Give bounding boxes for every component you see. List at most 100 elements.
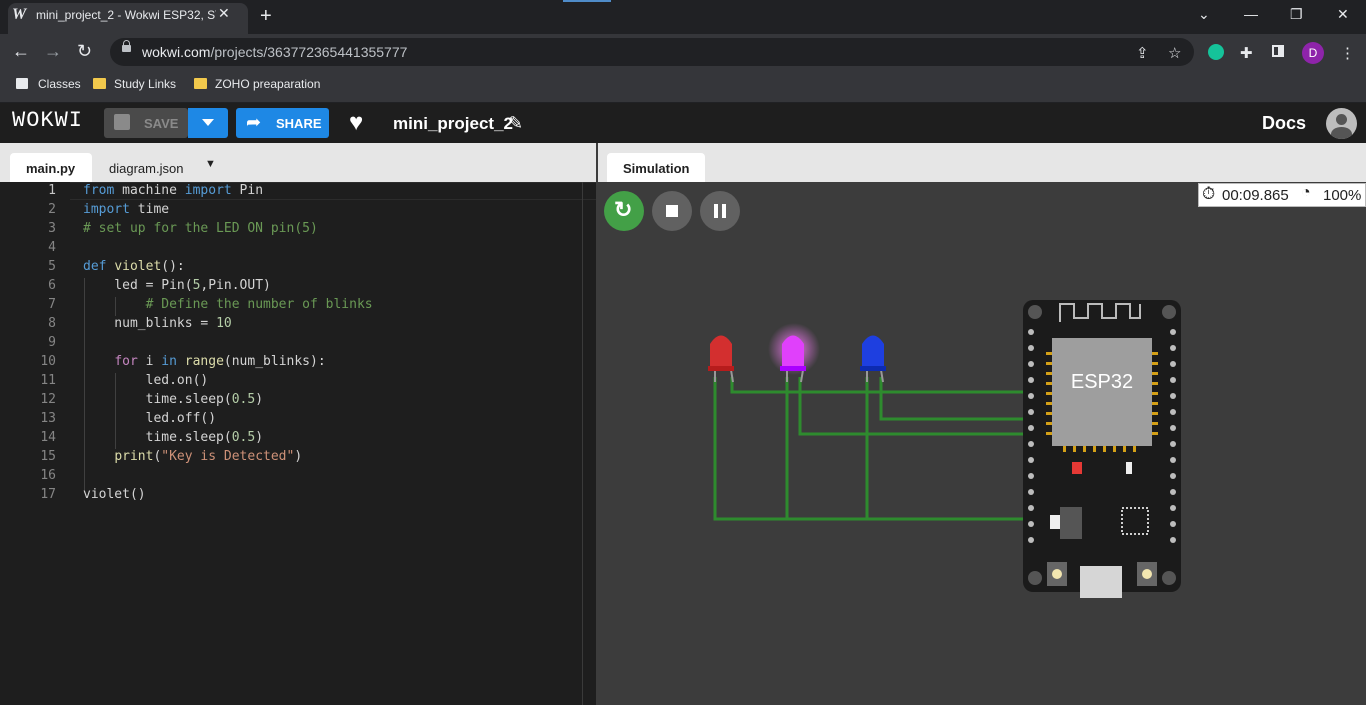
- url-text: wokwi.com/projects/363772365441355777: [142, 44, 407, 60]
- line-number: 3: [48, 221, 56, 236]
- line-number: 8: [48, 316, 56, 331]
- led-red-rim: [708, 366, 734, 371]
- heart-icon[interactable]: ♥: [349, 109, 363, 137]
- side-panel-icon[interactable]: [1272, 45, 1284, 57]
- led-violet-body: [782, 335, 804, 370]
- bookmark-zoho-preaparation[interactable]: ZOHO preaparation: [194, 77, 320, 91]
- code-line: violet(): [83, 487, 146, 502]
- tab-main-py-label: main.py: [26, 161, 76, 176]
- tab-close-icon[interactable]: ✕: [218, 5, 230, 22]
- wire-violet-led[interactable]: [798, 377, 1030, 436]
- profile-avatar[interactable]: D: [1302, 42, 1324, 64]
- mount-hole: [1162, 305, 1176, 319]
- lock-icon[interactable]: [122, 40, 131, 52]
- esp32-label: ESP32: [1071, 371, 1133, 393]
- esp32-board[interactable]: ESP32: [1023, 300, 1181, 598]
- grammarly-extension-icon[interactable]: [1208, 44, 1224, 60]
- led-blue-rim: [860, 366, 886, 371]
- user-avatar[interactable]: [1326, 108, 1357, 139]
- code-line: time.sleep(0.5): [83, 392, 264, 407]
- led-violet-rim: [780, 366, 806, 371]
- voltage-regulator: [1060, 507, 1082, 539]
- mount-hole: [1028, 305, 1042, 319]
- code-line: print("Key is Detected"): [114, 449, 303, 464]
- code-line: led = Pin(5,Pin.OUT): [83, 278, 271, 293]
- smd-component: [1126, 462, 1132, 474]
- wire-ground[interactable]: [713, 377, 1030, 521]
- circuit-diagram: ESP32: [708, 300, 1181, 598]
- docs-link[interactable]: Docs: [1262, 113, 1306, 134]
- bookmark-classes[interactable]: Classes: [16, 77, 81, 91]
- led-violet[interactable]: [768, 323, 820, 383]
- code-line: from machine import Pin: [83, 183, 264, 198]
- mount-hole: [1028, 571, 1042, 585]
- simulation-tab-bar: [598, 143, 1366, 182]
- avatar-body-icon: [1331, 127, 1352, 139]
- more-menu-icon[interactable]: ⋮: [1340, 44, 1355, 62]
- tab-menu-caret-icon[interactable]: ▼: [205, 158, 216, 170]
- url-path: /projects/363772365441355777: [210, 44, 408, 60]
- line-number: 2: [48, 202, 56, 217]
- led-red[interactable]: [708, 335, 734, 383]
- tab-search-chevron-icon[interactable]: ⌄: [1198, 6, 1210, 23]
- line-number: 17: [40, 487, 56, 502]
- reset-button-cap: [1142, 569, 1152, 579]
- code-line: # set up for the LED ON pin(5): [83, 221, 318, 236]
- back-arrow-icon[interactable]: ←: [12, 41, 30, 62]
- power-led: [1072, 462, 1082, 474]
- edit-pencil-icon[interactable]: ✎: [508, 113, 523, 134]
- share-button-label: SHARE: [276, 116, 322, 131]
- code-line: led.off(): [83, 411, 217, 426]
- line-number: 9: [48, 335, 56, 350]
- reload-icon[interactable]: ↻: [77, 41, 92, 62]
- tab-diagram-json[interactable]: diagram.json: [109, 161, 183, 176]
- save-button-label: SAVE: [144, 116, 179, 131]
- line-number: 14: [40, 430, 56, 445]
- code-line: def violet():: [83, 259, 185, 274]
- classroom-icon: [16, 78, 28, 89]
- line-number: 10: [40, 354, 56, 369]
- led-blue-body: [862, 335, 884, 370]
- line-number: 16: [40, 468, 56, 483]
- project-name[interactable]: mini_project_2: [393, 114, 513, 134]
- new-tab-icon[interactable]: +: [260, 5, 272, 28]
- code-line: for i in range(num_blinks):: [114, 354, 326, 369]
- minimize-icon[interactable]: —: [1244, 6, 1258, 22]
- share-page-icon[interactable]: ⇪: [1136, 44, 1149, 62]
- code-line: led.on(): [83, 373, 209, 388]
- code-line: time.sleep(0.5): [83, 430, 264, 445]
- line-number: 12: [40, 392, 56, 407]
- boot-button-cap: [1052, 569, 1062, 579]
- led-red-body: [710, 335, 732, 370]
- code-line: # Define the number of blinks: [145, 297, 373, 312]
- forward-arrow-icon[interactable]: →: [44, 41, 62, 62]
- caret-down-icon: [202, 119, 214, 126]
- led-blue[interactable]: [860, 335, 886, 383]
- folder-icon: [93, 78, 106, 89]
- line-number: 15: [40, 449, 56, 464]
- line-number: 4: [48, 240, 56, 255]
- editor-minimap-edge: [582, 182, 583, 705]
- mount-hole: [1162, 571, 1176, 585]
- window-close-icon[interactable]: ✕: [1337, 6, 1349, 23]
- share-arrow-icon: ➦: [246, 112, 262, 132]
- line-number: 5: [48, 259, 56, 274]
- micro-usb-port: [1080, 566, 1122, 598]
- bookmark-star-icon[interactable]: ☆: [1168, 44, 1181, 62]
- avatar-head-icon: [1336, 114, 1347, 125]
- browser-tab-title: mini_project_2 - Wokwi ESP32, STM32: [36, 8, 216, 22]
- code-line: import time: [83, 202, 170, 217]
- wokwi-logo[interactable]: WOKWI: [12, 108, 83, 133]
- folder-icon: [194, 78, 207, 89]
- line-number: 13: [40, 411, 56, 426]
- tab-simulation-label: Simulation: [623, 161, 690, 176]
- extensions-puzzle-icon[interactable]: ✚: [1240, 44, 1253, 62]
- floppy-disk-icon: [114, 114, 130, 130]
- bookmark-study-links[interactable]: Study Links: [93, 77, 176, 91]
- save-options-button[interactable]: [188, 108, 228, 138]
- url-host: wokwi.com: [142, 44, 211, 60]
- wokwi-favicon-icon: W: [12, 6, 27, 23]
- line-number: 6: [48, 278, 56, 293]
- restore-icon[interactable]: ❐: [1290, 6, 1303, 23]
- regulator-tab: [1050, 515, 1060, 529]
